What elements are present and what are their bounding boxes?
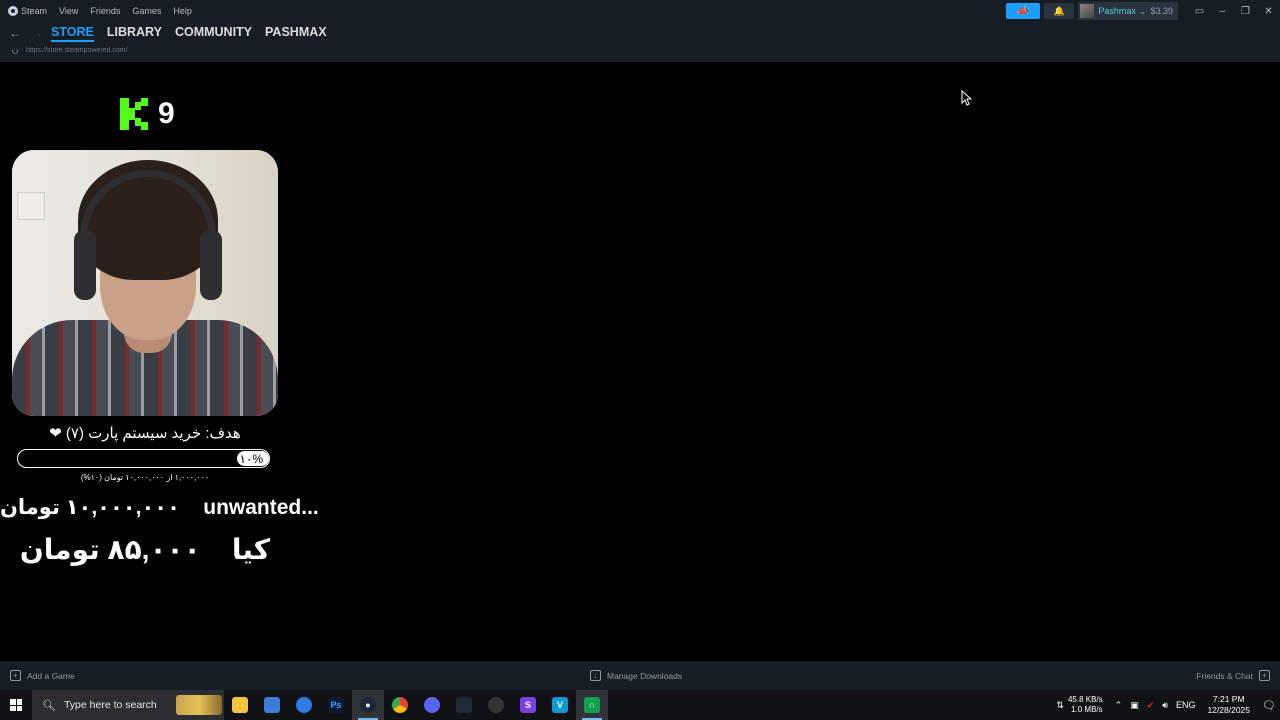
forward-arrow-icon[interactable]: → [31, 26, 43, 40]
menu-games[interactable]: Games [132, 6, 161, 16]
latest-donor: کیا ۸۵,۰۰۰ تومان [0, 533, 290, 566]
network-speed-arrows-icon: ⇅ [1056, 699, 1064, 710]
search-placeholder: Type here to search [63, 699, 157, 711]
chevron-down-icon: ⌄ [1138, 5, 1147, 16]
tab-store[interactable]: STORE [51, 25, 94, 42]
url-text: https://store.steampowered.com/ [26, 47, 128, 54]
main-tabs: STORE LIBRARY COMMUNITY PASHMAX [51, 25, 327, 42]
manage-downloads-button[interactable]: ↓ Manage Downloads [590, 670, 682, 681]
latest-donor-amount: ۸۵,۰۰۰ تومان [19, 534, 201, 565]
steam-window: Steam View Friends Games Help 📣 🔔 Pashma… [0, 0, 1280, 690]
chevron-up-icon[interactable]: ⌃ [1115, 700, 1123, 711]
back-arrow-icon[interactable]: ← [9, 26, 21, 40]
top-donor-name: unwanted... [203, 496, 319, 519]
steam-bottom-bar: + Add a Game ↓ Manage Downloads Friends … [0, 661, 1280, 690]
tab-profile[interactable]: PASHMAX [265, 25, 327, 42]
tab-community[interactable]: COMMUNITY [175, 25, 252, 42]
network-icon[interactable]: ▣ [1130, 700, 1139, 711]
windows-logo-icon [10, 699, 22, 711]
notification-center-icon[interactable]: 🗨︎ [1258, 699, 1280, 712]
menu-friends[interactable]: Friends [90, 6, 120, 16]
volume-icon[interactable]: 🔊︎ [1162, 700, 1168, 711]
goal-progress-bar: ۱۰% [17, 449, 270, 468]
wallet-balance: $3.39 [1150, 6, 1173, 16]
megaphone-icon: 📣 [1017, 5, 1030, 17]
loading-spinner-icon [12, 47, 18, 54]
light-switch [17, 192, 45, 220]
headphones-app-icon[interactable]: ∩ [576, 690, 608, 720]
language-indicator[interactable]: ENG [1176, 700, 1196, 710]
chat-app-icon[interactable] [416, 690, 448, 720]
cursor-app-icon[interactable] [448, 690, 480, 720]
url-bar: https://store.steampowered.com/ [12, 47, 128, 54]
clock-time: 7:21 PM [1212, 694, 1245, 704]
photoshop-icon[interactable]: Ps [320, 690, 352, 720]
maximize-button[interactable]: ❐ [1234, 6, 1257, 17]
menu-view[interactable]: View [59, 6, 78, 16]
net-up-speed: 1.0 MB/s [1071, 705, 1103, 714]
chat-icon: + [1259, 670, 1270, 681]
notifications-button[interactable]: 🔔 [1044, 3, 1075, 19]
window-controls: 📣 🔔 Pashmax ⌄ $3.39 ▭ – ❐ ✕ [1006, 0, 1280, 22]
menu-bar: Steam View Friends Games Help 📣 🔔 Pashma… [0, 0, 1280, 22]
kick-logo-icon [120, 98, 148, 130]
manage-downloads-label: Manage Downloads [607, 670, 683, 681]
tab-library[interactable]: LIBRARY [107, 25, 162, 42]
announcements-button[interactable]: 📣 [1006, 3, 1041, 19]
close-button[interactable]: ✕ [1257, 6, 1280, 17]
steam-menu-label: Steam [21, 6, 48, 16]
friends-chat-label: Friends & Chat [1196, 670, 1253, 681]
minimize-button[interactable]: – [1211, 6, 1234, 17]
top-donor: ۱۰,۰۰۰,۰۰۰ تومان unwanted... [0, 495, 319, 520]
account-menu[interactable]: Pashmax ⌄ $3.39 [1078, 2, 1178, 20]
chrome-icon[interactable] [384, 690, 416, 720]
settings-app-icon[interactable] [480, 690, 512, 720]
clock-date: 12/28/2025 [1207, 705, 1250, 715]
skype-icon[interactable]: S [512, 690, 544, 720]
plus-icon: + [10, 670, 21, 681]
download-icon: ↓ [590, 670, 601, 681]
steam-logo-icon [8, 6, 18, 16]
latest-donor-name: کیا [231, 534, 271, 565]
net-down-speed: 45.8 KB/s [1067, 695, 1103, 704]
donation-goal-title: هدف: خرید سیستم پارت (۷) ❤ [49, 425, 241, 442]
nav-arrows: ← → [9, 26, 43, 40]
windows-taskbar: 🔍︎ Type here to search Ps ● S V ∩ ⇅ 45.8… [0, 690, 1280, 720]
bell-icon: 🔔 [1053, 5, 1065, 16]
progress-detail: ۱,۰۰۰,۰۰۰ از ۱۰,۰۰۰,۰۰۰ تومان (۱۰%) [80, 473, 210, 482]
vpn-app-icon[interactable]: V [544, 690, 576, 720]
avatar [1080, 4, 1095, 18]
search-highlight-image [176, 695, 222, 715]
progress-percent: ۱۰% [239, 452, 263, 466]
antivirus-icon[interactable]: ✔ [1147, 700, 1155, 711]
notepad-icon[interactable] [256, 690, 288, 720]
viewer-count: 9 [158, 97, 175, 130]
menu-help[interactable]: Help [173, 6, 192, 16]
steam-menu[interactable]: Steam [8, 6, 47, 16]
file-explorer-icon[interactable] [224, 690, 256, 720]
account-name: Pashmax [1098, 6, 1136, 16]
system-tray: ⇅ 45.8 KB/s 1.0 MB/s ⌃ ▣ ✔ 🔊︎ ENG 7:21 P… [1052, 690, 1280, 720]
network-speed: 45.8 KB/s 1.0 MB/s [1068, 695, 1103, 715]
steam-taskbar-icon[interactable]: ● [352, 690, 384, 720]
big-picture-icon[interactable]: ▭ [1188, 6, 1211, 17]
add-game-button[interactable]: + Add a Game [10, 670, 75, 681]
kick-viewer-widget: 9 [120, 98, 175, 130]
nav-bar: ← → STORE LIBRARY COMMUNITY PASHMAX http… [0, 22, 1280, 62]
app-circle-icon[interactable] [288, 690, 320, 720]
clock[interactable]: 7:21 PM 12/28/2025 [1207, 694, 1250, 716]
friends-chat-button[interactable]: Friends & Chat + [1196, 670, 1270, 681]
add-game-label: Add a Game [27, 670, 75, 681]
top-donor-amount: ۱۰,۰۰۰,۰۰۰ تومان [0, 496, 180, 519]
start-button[interactable] [0, 690, 32, 720]
search-icon: 🔍︎ [42, 699, 56, 712]
mouse-cursor-icon [961, 90, 973, 106]
webcam-feed [12, 150, 278, 416]
taskbar-search[interactable]: 🔍︎ Type here to search [32, 690, 224, 720]
